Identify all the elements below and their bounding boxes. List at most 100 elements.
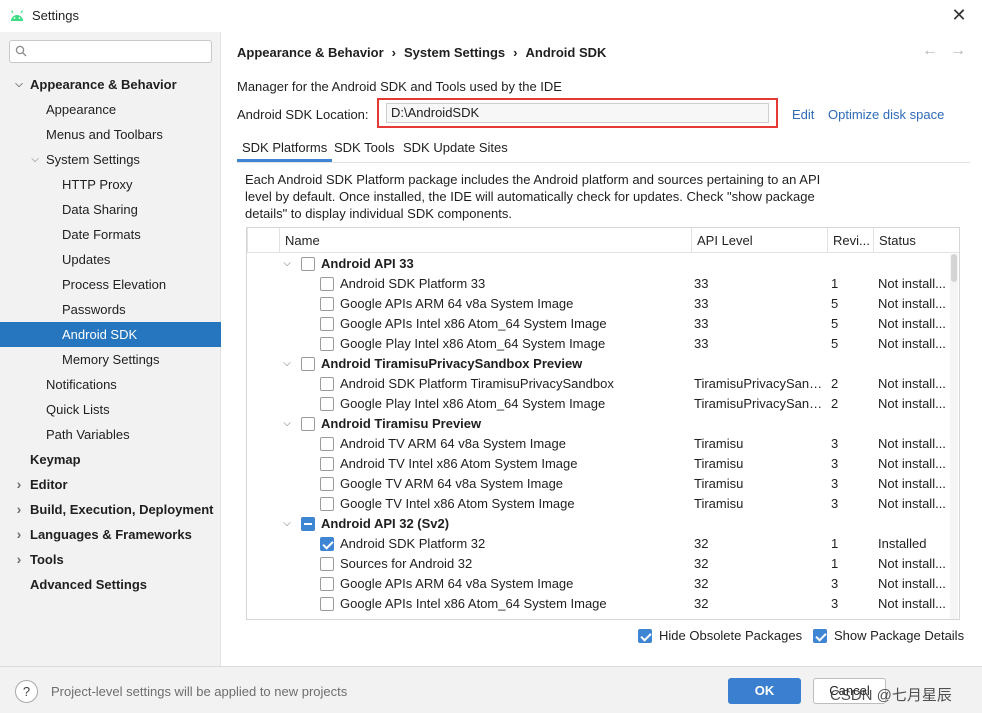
ok-button[interactable]: OK xyxy=(728,678,801,704)
table-row[interactable]: Google APIs Intel x86 Atom_64 System Ima… xyxy=(247,314,950,334)
tab-sdk-tools[interactable]: SDK Tools xyxy=(329,136,399,162)
package-checkbox[interactable] xyxy=(301,257,315,271)
column-header-api-level[interactable]: API Level xyxy=(691,228,828,253)
table-group-row[interactable]: ⌵ Android Tiramisu Preview xyxy=(247,414,950,434)
package-checkbox[interactable] xyxy=(320,337,334,351)
sidebar-item-system-settings[interactable]: ⌵ System Settings xyxy=(0,147,221,172)
show-details-checkbox[interactable] xyxy=(813,629,827,643)
table-group-row[interactable]: ⌵ Android API 33 xyxy=(247,254,950,274)
chevron-right-icon[interactable]: › xyxy=(13,522,25,547)
sidebar-item-quick-lists[interactable]: Quick Lists xyxy=(0,397,221,422)
sidebar-item-android-sdk[interactable]: Android SDK xyxy=(0,322,221,347)
package-checkbox[interactable] xyxy=(320,377,334,391)
table-group-row[interactable]: ⌵ Android TiramisuPrivacySandbox Preview xyxy=(247,354,950,374)
sidebar-item-label: Appearance & Behavior xyxy=(30,77,177,92)
edit-link[interactable]: Edit xyxy=(792,107,814,122)
chevron-right-icon[interactable]: › xyxy=(13,547,25,572)
table-row[interactable]: Android SDK Platform 32 32 1 Installed xyxy=(247,534,950,554)
chevron-right-icon[interactable]: › xyxy=(13,497,25,522)
forward-arrow-icon[interactable]: → xyxy=(950,42,966,59)
package-checkbox[interactable] xyxy=(301,417,315,431)
package-name: Sources for Android 32 xyxy=(340,556,473,571)
table-row[interactable]: Google TV Intel x86 Atom System Image Tir… xyxy=(247,494,950,514)
chevron-down-icon[interactable]: ⌵ xyxy=(281,414,293,434)
table-row[interactable]: Android TV ARM 64 v8a System Image Tirami… xyxy=(247,434,950,454)
sidebar-item-path-variables[interactable]: Path Variables xyxy=(0,422,221,447)
table-scrollbar[interactable] xyxy=(950,254,958,619)
chevron-down-icon[interactable]: ⌵ xyxy=(281,354,293,374)
package-checkbox[interactable] xyxy=(320,397,334,411)
package-api-level: 32 xyxy=(694,596,709,611)
back-arrow-icon[interactable]: ← xyxy=(922,42,938,59)
sidebar-item-label: Editor xyxy=(30,477,68,492)
sidebar-item-menus-toolbars[interactable]: Menus and Toolbars xyxy=(0,122,221,147)
chevron-down-icon[interactable]: ⌵ xyxy=(281,254,293,274)
breadcrumb-item[interactable]: Appearance & Behavior xyxy=(237,45,384,60)
table-row[interactable]: Sources for Android 32 32 1 Not install... xyxy=(247,554,950,574)
sidebar-item-http-proxy[interactable]: HTTP Proxy xyxy=(0,172,221,197)
table-row[interactable]: Google TV ARM 64 v8a System Image Tiramis… xyxy=(247,474,950,494)
sdk-location-field[interactable]: D:\AndroidSDK xyxy=(386,103,769,123)
package-checkbox[interactable] xyxy=(301,517,315,531)
package-checkbox[interactable] xyxy=(301,357,315,371)
sidebar-item-keymap[interactable]: Keymap xyxy=(0,447,221,472)
sidebar-item-appearance[interactable]: Appearance xyxy=(0,97,221,122)
tab-sdk-update-sites[interactable]: SDK Update Sites xyxy=(398,136,513,162)
column-header-revision[interactable]: Revi... xyxy=(827,228,874,253)
package-checkbox[interactable] xyxy=(320,577,334,591)
optimize-disk-space-link[interactable]: Optimize disk space xyxy=(828,107,944,122)
column-header-name[interactable]: Name xyxy=(279,228,692,253)
chevron-right-icon[interactable]: › xyxy=(13,472,25,497)
package-name: Android Tiramisu Preview xyxy=(321,416,482,431)
sidebar-item-updates[interactable]: Updates xyxy=(0,247,221,272)
sidebar-item-process-elevation[interactable]: Process Elevation xyxy=(0,272,221,297)
table-row[interactable]: Android SDK Platform 33 33 1 Not install... xyxy=(247,274,950,294)
search-icon xyxy=(15,45,27,57)
sidebar-item-tools[interactable]: › Tools xyxy=(0,547,221,572)
sidebar-item-editor[interactable]: › Editor xyxy=(0,472,221,497)
chevron-down-icon[interactable]: ⌵ xyxy=(281,514,293,534)
package-checkbox[interactable] xyxy=(320,537,334,551)
sidebar-item-appearance-behavior[interactable]: ⌵ Appearance & Behavior xyxy=(0,72,221,97)
table-row[interactable]: Android SDK Platform TiramisuPrivacySand… xyxy=(247,374,950,394)
hide-obsolete-checkbox[interactable] xyxy=(638,629,652,643)
package-revision: 3 xyxy=(831,576,839,591)
sidebar-item-advanced-settings[interactable]: Advanced Settings xyxy=(0,572,221,597)
chevron-down-icon[interactable]: ⌵ xyxy=(13,72,25,97)
sidebar-item-data-sharing[interactable]: Data Sharing xyxy=(0,197,221,222)
breadcrumb-item[interactable]: System Settings xyxy=(404,45,505,60)
package-checkbox[interactable] xyxy=(320,457,334,471)
sidebar-item-languages-frameworks[interactable]: › Languages & Frameworks xyxy=(0,522,221,547)
search-input[interactable] xyxy=(9,40,212,63)
package-checkbox[interactable] xyxy=(320,317,334,331)
tab-sdk-platforms[interactable]: SDK Platforms xyxy=(237,136,333,162)
package-checkbox[interactable] xyxy=(320,557,334,571)
package-checkbox[interactable] xyxy=(320,277,334,291)
close-icon[interactable]: ✕ xyxy=(950,6,968,24)
table-row[interactable]: Google APIs Intel x86 Atom_64 System Ima… xyxy=(247,594,950,614)
package-checkbox[interactable] xyxy=(320,477,334,491)
sidebar-item-label: Quick Lists xyxy=(46,402,110,417)
help-icon[interactable]: ? xyxy=(15,680,38,703)
sidebar-item-notifications[interactable]: Notifications xyxy=(0,372,221,397)
table-row[interactable]: Android TV Intel x86 Atom System Image Ti… xyxy=(247,454,950,474)
sidebar-item-build-execution-deployment[interactable]: › Build, Execution, Deployment xyxy=(0,497,221,522)
sidebar-item-passwords[interactable]: Passwords xyxy=(0,297,221,322)
package-checkbox[interactable] xyxy=(320,437,334,451)
table-row[interactable]: Google Play Intel x86 Atom_64 System Ima… xyxy=(247,334,950,354)
table-row[interactable]: Google APIs ARM 64 v8a System Image 32 3 No… xyxy=(247,574,950,594)
package-checkbox[interactable] xyxy=(320,497,334,511)
sidebar-item-date-formats[interactable]: Date Formats xyxy=(0,222,221,247)
chevron-down-icon[interactable]: ⌵ xyxy=(29,147,41,172)
package-checkbox[interactable] xyxy=(320,597,334,611)
table-row[interactable]: Google Play Intel x86 Atom_64 System Ima… xyxy=(247,394,950,414)
package-checkbox[interactable] xyxy=(320,297,334,311)
table-row[interactable]: Google APIs ARM 64 v8a System Image 33 5 No… xyxy=(247,294,950,314)
table-group-row[interactable]: ⌵ Android API 32 (Sv2) xyxy=(247,514,950,534)
package-revision: 5 xyxy=(831,316,839,331)
sidebar-item-memory-settings[interactable]: Memory Settings xyxy=(0,347,221,372)
package-revision: 3 xyxy=(831,496,839,511)
scrollbar-thumb[interactable] xyxy=(951,254,957,282)
column-header-status[interactable]: Status xyxy=(873,228,959,253)
package-api-level: 33 xyxy=(694,296,709,311)
